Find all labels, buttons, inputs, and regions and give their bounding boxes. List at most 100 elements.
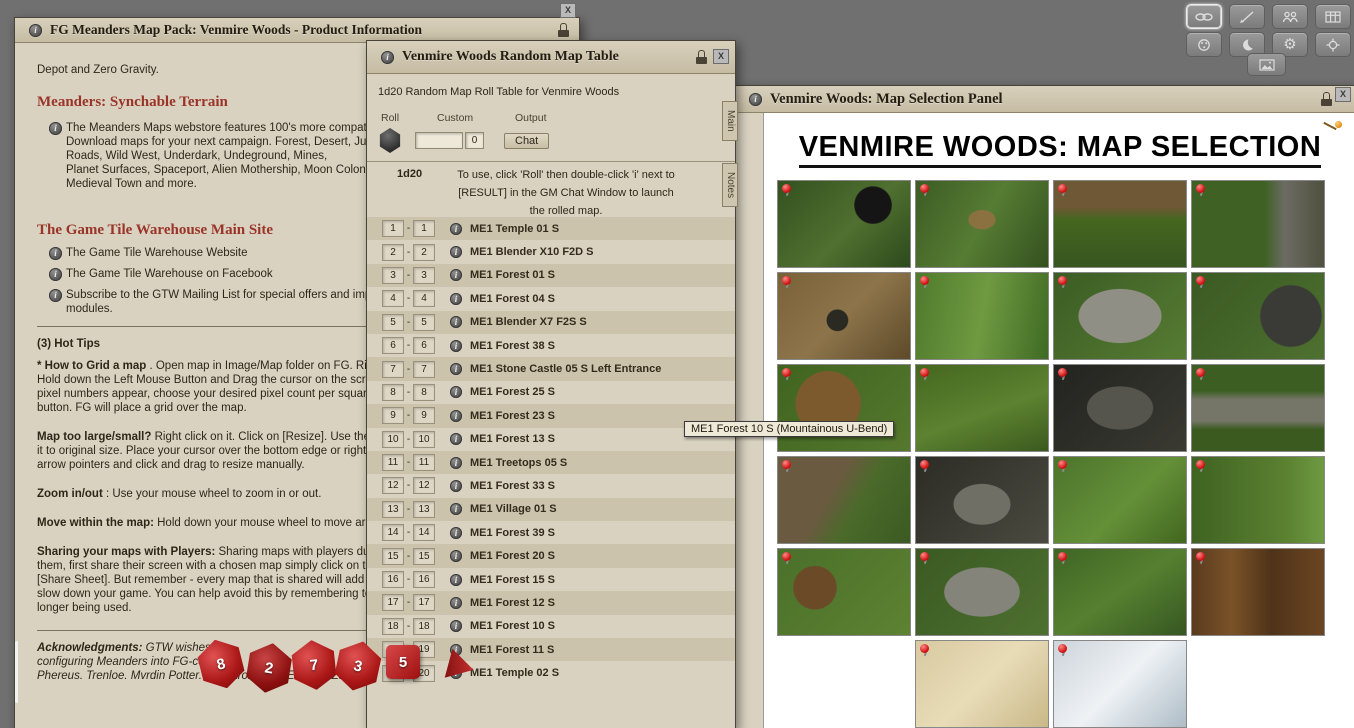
table-row[interactable]: 15 15 ME1 Forest 20 S [367, 544, 735, 567]
table-window-titlebar[interactable]: Venmire Woods Random Map Table [367, 41, 735, 74]
roll-from-box[interactable]: 9 [382, 407, 404, 424]
roll-to-box[interactable]: 4 [413, 290, 435, 307]
info-icon[interactable] [49, 289, 62, 302]
roll-to-box[interactable]: 11 [413, 454, 435, 471]
roll-d20-icon[interactable] [379, 128, 401, 153]
roll-from-box[interactable]: 11 [382, 454, 404, 471]
table-row[interactable]: 20 20 ME1 Temple 02 S [367, 661, 735, 684]
roll-from-box[interactable]: 5 [382, 314, 404, 331]
info-icon[interactable] [450, 386, 462, 398]
panel-titlebar[interactable]: Venmire Woods: Map Selection Panel [735, 86, 1354, 113]
info-icon[interactable] [450, 363, 462, 375]
roll-from-box[interactable]: 1 [382, 220, 404, 237]
side-tab[interactable]: Main [722, 101, 738, 141]
info-icon[interactable] [450, 480, 462, 492]
map-tile[interactable] [915, 272, 1049, 360]
lock-icon[interactable] [558, 23, 569, 37]
map-tile[interactable] [1191, 364, 1325, 452]
pointer-tool-button[interactable] [1229, 4, 1265, 29]
roll-from-box[interactable]: 7 [382, 361, 404, 378]
info-icon[interactable] [450, 246, 462, 258]
map-tile[interactable] [777, 456, 911, 544]
close-icon[interactable] [713, 49, 729, 64]
table-row[interactable]: 9 9 ME1 Forest 23 S [367, 404, 735, 427]
info-icon[interactable] [450, 433, 462, 445]
table-row[interactable]: 18 18 ME1 Forest 10 S [367, 615, 735, 638]
info-icon[interactable] [450, 620, 462, 632]
roll-from-box[interactable]: 2 [382, 244, 404, 261]
info-icon[interactable] [450, 550, 462, 562]
roll-from-box[interactable]: 12 [382, 477, 404, 494]
info-icon[interactable] [49, 122, 62, 135]
roll-from-box[interactable]: 17 [382, 594, 404, 611]
roll-to-box[interactable]: 18 [413, 618, 435, 635]
roll-to-box[interactable]: 16 [413, 571, 435, 588]
table-row[interactable]: 5 5 ME1 Blender X7 F2S S [367, 311, 735, 334]
map-tile[interactable] [777, 364, 911, 452]
info-icon[interactable] [450, 269, 462, 281]
table-row[interactable]: 6 6 ME1 Forest 38 S [367, 334, 735, 357]
map-tile[interactable] [777, 272, 911, 360]
table-row[interactable]: 16 16 ME1 Forest 15 S [367, 568, 735, 591]
map-tile[interactable] [1191, 548, 1325, 636]
roll-to-box[interactable]: 10 [413, 431, 435, 448]
map-tile[interactable] [1053, 180, 1187, 268]
roll-from-box[interactable]: 14 [382, 524, 404, 541]
gtw-link-label[interactable]: The Game Tile Warehouse on Facebook [66, 267, 273, 281]
map-tile[interactable] [777, 548, 911, 636]
map-tile[interactable] [1053, 364, 1187, 452]
table-row[interactable]: 7 7 ME1 Stone Castle 05 S Left Entrance [367, 357, 735, 380]
info-icon[interactable] [450, 223, 462, 235]
roll-to-box[interactable]: 2 [413, 244, 435, 261]
side-tab[interactable]: Notes [722, 163, 738, 207]
table-row[interactable]: 10 10 ME1 Forest 13 S [367, 428, 735, 451]
gtw-link-label[interactable]: Subscribe to the GTW Mailing List for sp… [66, 288, 378, 316]
roll-to-box[interactable]: 8 [413, 384, 435, 401]
map-tile[interactable] [1191, 180, 1325, 268]
roll-from-box[interactable]: 16 [382, 571, 404, 588]
roll-from-box[interactable]: 18 [382, 618, 404, 635]
map-tile[interactable] [1053, 272, 1187, 360]
d6-die[interactable]: 5 [386, 645, 420, 679]
info-icon[interactable] [450, 410, 462, 422]
close-icon[interactable] [1335, 87, 1351, 102]
roll-from-box[interactable]: 3 [382, 267, 404, 284]
roll-to-box[interactable]: 14 [413, 524, 435, 541]
roll-to-box[interactable]: 17 [413, 594, 435, 611]
table-row[interactable]: 2 2 ME1 Blender X10 F2D S [367, 240, 735, 263]
table-row[interactable]: 3 3 ME1 Forest 01 S [367, 264, 735, 287]
info-icon[interactable] [450, 340, 462, 352]
roll-to-box[interactable]: 1 [413, 220, 435, 237]
map-tile[interactable] [1053, 640, 1187, 728]
info-icon[interactable] [49, 268, 62, 281]
roll-to-box[interactable]: 6 [413, 337, 435, 354]
map-tile[interactable] [915, 456, 1049, 544]
map-tile[interactable] [915, 364, 1049, 452]
players-button[interactable] [1272, 4, 1308, 29]
map-tile[interactable] [777, 180, 911, 268]
roll-to-box[interactable]: 13 [413, 501, 435, 518]
custom-roll-input[interactable] [415, 132, 463, 149]
map-tile[interactable] [1053, 456, 1187, 544]
roll-from-box[interactable]: 8 [382, 384, 404, 401]
custom-modifier-box[interactable]: 0 [465, 132, 484, 149]
roll-from-box[interactable]: 13 [382, 501, 404, 518]
map-tile[interactable] [1191, 456, 1325, 544]
info-icon[interactable] [450, 574, 462, 586]
table-row[interactable]: 12 12 ME1 Forest 33 S [367, 474, 735, 497]
table-row[interactable]: 14 14 ME1 Forest 39 S [367, 521, 735, 544]
table-row[interactable]: 13 13 ME1 Village 01 S [367, 498, 735, 521]
table-row[interactable]: 19 19 ME1 Forest 11 S [367, 638, 735, 661]
info-icon[interactable] [450, 597, 462, 609]
target-button[interactable] [1315, 32, 1351, 57]
roll-from-box[interactable]: 10 [382, 431, 404, 448]
table-row[interactable]: 8 8 ME1 Forest 25 S [367, 381, 735, 404]
chat-output-button[interactable]: Chat [504, 133, 549, 149]
roll-to-box[interactable]: 12 [413, 477, 435, 494]
roll-to-box[interactable]: 7 [413, 361, 435, 378]
table-row[interactable]: 4 4 ME1 Forest 04 S [367, 287, 735, 310]
gtw-link-label[interactable]: The Game Tile Warehouse Website [66, 246, 248, 260]
roll-from-box[interactable]: 15 [382, 548, 404, 565]
roll-to-box[interactable]: 5 [413, 314, 435, 331]
roll-to-box[interactable]: 9 [413, 407, 435, 424]
